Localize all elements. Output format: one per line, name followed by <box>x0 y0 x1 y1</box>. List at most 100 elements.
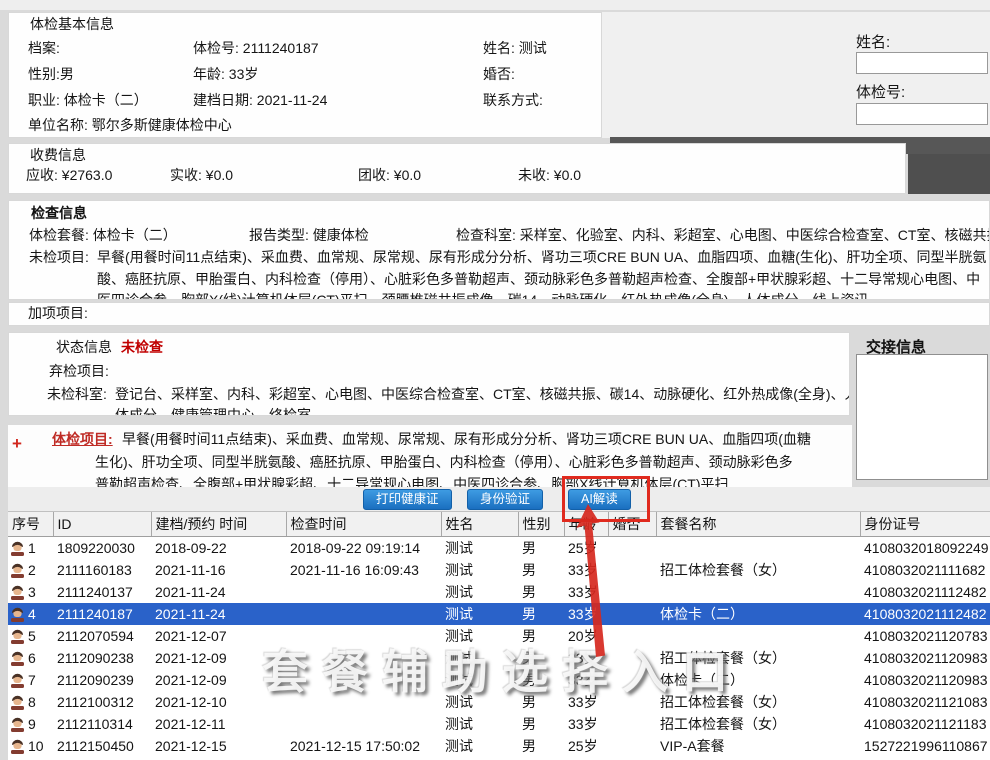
table-row[interactable]: 4 21112401872021-11-24 测试男33岁 体检卡（二）4108032… <box>8 603 990 625</box>
cell-sex[interactable]: 男 <box>518 603 564 625</box>
cell-marital[interactable] <box>608 735 656 757</box>
expand-plus-icon[interactable]: + <box>12 434 22 454</box>
table-row[interactable]: 921121103142021-12-11 测试男33岁 招工体检套餐（女）4108… <box>8 713 990 735</box>
cell-check-time[interactable] <box>286 603 441 625</box>
cell-seq[interactable]: 6 <box>8 647 53 669</box>
cell-id-card[interactable]: 4108032021121183 <box>860 713 990 735</box>
col-header-5[interactable]: 性别 <box>518 512 564 537</box>
cell-age[interactable]: 33岁 <box>564 713 608 735</box>
cell-created-time[interactable]: 2021-11-24 <box>151 603 286 625</box>
cell-package[interactable]: 招工体检套餐（女） <box>656 559 860 581</box>
table-row[interactable]: 321112401372021-11-24 测试男33岁 4108032021112… <box>8 581 990 603</box>
cell-marital[interactable] <box>608 713 656 735</box>
cell-id[interactable]: 2112070594 <box>53 625 151 647</box>
cell-id[interactable]: 2112090239 <box>53 669 151 691</box>
table-row[interactable]: 118092200302018-09-222018-09-22 09:19:14… <box>8 537 990 560</box>
cell-id[interactable]: 2112090238 <box>53 647 151 669</box>
cell-age[interactable]: 25岁 <box>564 537 608 560</box>
cell-id-card[interactable]: 4108032021112482 <box>860 581 990 603</box>
cell-seq[interactable]: 5 <box>8 625 53 647</box>
cell-id-card[interactable]: 4108032021121083 <box>860 691 990 713</box>
cell-id-card[interactable]: 4108032021120783 <box>860 625 990 647</box>
cell-marital[interactable] <box>608 537 656 560</box>
table-row[interactable]: 221111601832021-11-162021-11-16 16:09:43… <box>8 559 990 581</box>
cell-check-time[interactable]: 2021-11-16 16:09:43 <box>286 559 441 581</box>
cell-id[interactable]: 2112110314 <box>53 713 151 735</box>
cell-name[interactable]: 测试 <box>441 713 518 735</box>
cell-created-time[interactable]: 2018-09-22 <box>151 537 286 560</box>
col-header-8[interactable]: 套餐名称 <box>656 512 860 537</box>
occupation-value: 体检卡（二） <box>64 92 148 108</box>
col-header-3[interactable]: 检查时间 <box>286 512 441 537</box>
cell-package[interactable] <box>656 537 860 560</box>
cell-age[interactable]: 33岁 <box>564 603 608 625</box>
cell-seq[interactable]: 4 <box>8 603 53 625</box>
search-name-input[interactable] <box>856 52 988 74</box>
cell-check-time[interactable] <box>286 713 441 735</box>
cell-id-card[interactable]: 4108032021120983 <box>860 647 990 669</box>
handover-box[interactable] <box>856 354 988 480</box>
cell-age[interactable]: 25岁 <box>564 735 608 757</box>
cell-name[interactable]: 测试 <box>441 537 518 560</box>
cell-created-time[interactable]: 2021-12-11 <box>151 713 286 735</box>
cell-id[interactable]: 2112100312 <box>53 691 151 713</box>
cell-marital[interactable] <box>608 603 656 625</box>
cell-id-card[interactable]: 4108032018092249 <box>860 537 990 560</box>
cell-seq[interactable]: 1 <box>8 537 53 559</box>
fee-receivable-label: 应收: <box>26 167 58 183</box>
cell-sex[interactable]: 男 <box>518 735 564 757</box>
col-header-4[interactable]: 姓名 <box>441 512 518 537</box>
cell-check-time[interactable] <box>286 581 441 603</box>
col-header-2[interactable]: 建档/预约 时间 <box>151 512 286 537</box>
cell-created-time[interactable]: 2021-12-15 <box>151 735 286 757</box>
cell-seq[interactable]: 9 <box>8 713 53 735</box>
search-exam-no-input[interactable] <box>856 103 988 125</box>
cell-id-card[interactable]: 4108032021111682 <box>860 559 990 581</box>
cell-sex[interactable]: 男 <box>518 559 564 581</box>
cell-sex[interactable]: 男 <box>518 581 564 603</box>
cell-seq[interactable]: 2 <box>8 559 53 581</box>
cell-name[interactable]: 测试 <box>441 559 518 581</box>
table-row[interactable]: 1021121504502021-12-152021-12-15 17:50:0… <box>8 735 990 757</box>
cell-package[interactable] <box>656 581 860 603</box>
exam-items-label[interactable]: 体检项目: <box>52 431 113 448</box>
cell-name[interactable]: 测试 <box>441 581 518 603</box>
identity-verify-button[interactable]: 身份验证 <box>467 489 543 510</box>
app-window: 体检基本信息 档案: 体检号: 2111240187 姓名: 测试 性别:男 年… <box>0 0 990 760</box>
corner-dark-block <box>908 154 990 194</box>
cell-id-card[interactable]: 1527221996110867 <box>860 735 990 757</box>
added-items-label: 加项项目: <box>28 305 88 322</box>
cell-seq[interactable]: 8 <box>8 691 53 713</box>
cell-name[interactable]: 测试 <box>441 603 518 625</box>
cell-check-time[interactable]: 2018-09-22 09:19:14 <box>286 537 441 560</box>
cell-marital[interactable] <box>608 581 656 603</box>
cell-created-time[interactable]: 2021-11-16 <box>151 559 286 581</box>
cell-check-time[interactable]: 2021-12-15 17:50:02 <box>286 735 441 757</box>
cell-package[interactable]: VIP-A套餐 <box>656 735 860 757</box>
cell-id[interactable]: 2112150450 <box>53 735 151 757</box>
cell-created-time[interactable]: 2021-11-24 <box>151 581 286 603</box>
cell-seq[interactable]: 3 <box>8 581 53 603</box>
exam-items-line-2: 生化)、肝功全项、同型半胱氨酸、癌胚抗原、甲胎蛋白、内科检查（停用）、心脏彩色多… <box>95 454 852 471</box>
cell-seq[interactable]: 10 <box>8 735 53 757</box>
row-seq-number: 4 <box>28 606 36 622</box>
cell-id[interactable]: 1809220030 <box>53 537 151 560</box>
cell-package[interactable]: 招工体检套餐（女） <box>656 713 860 735</box>
cell-package[interactable]: 体检卡（二） <box>656 603 860 625</box>
cell-name[interactable]: 测试 <box>441 735 518 757</box>
cell-id-card[interactable]: 4108032021120983 <box>860 669 990 691</box>
cell-id[interactable]: 2111240137 <box>53 581 151 603</box>
print-health-cert-button[interactable]: 打印健康证 <box>363 489 452 510</box>
cell-id[interactable]: 2111240187 <box>53 603 151 625</box>
col-header-9[interactable]: 身份证号 <box>860 512 990 537</box>
cell-sex[interactable]: 男 <box>518 713 564 735</box>
cell-age[interactable]: 33岁 <box>564 559 608 581</box>
col-header-0[interactable]: 序号 <box>8 512 53 537</box>
cell-seq[interactable]: 7 <box>8 669 53 691</box>
cell-marital[interactable] <box>608 559 656 581</box>
cell-sex[interactable]: 男 <box>518 537 564 560</box>
cell-age[interactable]: 33岁 <box>564 581 608 603</box>
col-header-1[interactable]: ID <box>53 512 151 537</box>
cell-id[interactable]: 2111160183 <box>53 559 151 581</box>
cell-id-card[interactable]: 4108032021112482 <box>860 603 990 625</box>
